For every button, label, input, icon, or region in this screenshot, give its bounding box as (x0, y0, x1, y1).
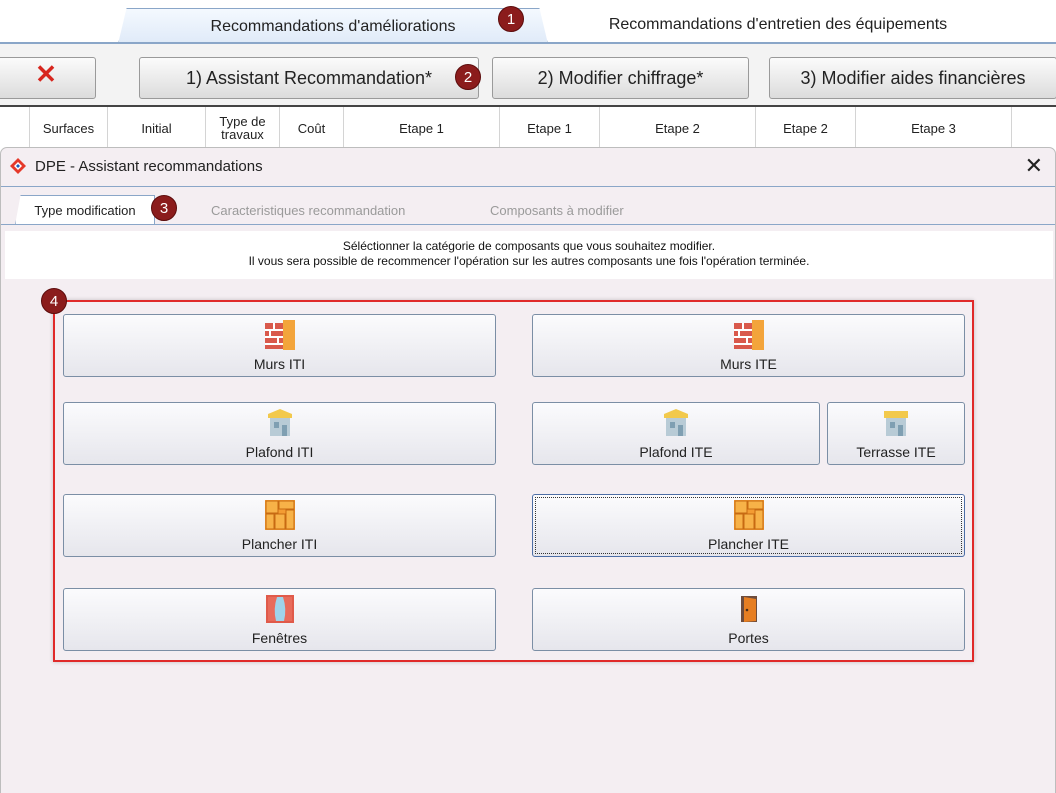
badge-4: 4 (41, 288, 67, 314)
badge-3: 3 (151, 195, 177, 221)
portes-label: Portes (728, 630, 769, 646)
plancher-ite-button[interactable]: Plancher ITE (532, 494, 965, 557)
grid-col-etape1-a[interactable]: Etape 1 (344, 107, 500, 149)
plancher-ite-label: Plancher ITE (708, 536, 789, 552)
tab-recommandations-ameliorations[interactable]: Recommandations d'améliorations (118, 8, 548, 44)
plancher-iti-button[interactable]: Plancher ITI (63, 494, 496, 557)
grid-col-etape2-a[interactable]: Etape 2 (600, 107, 756, 149)
grid-col-initial[interactable]: Initial (108, 107, 206, 149)
assistant-recommandation-button[interactable]: 1) Assistant Recommandation* (139, 57, 479, 99)
app-logo-icon (10, 158, 26, 174)
plafond-ite-button[interactable]: Plafond ITE (532, 402, 820, 465)
top-tab-bar: Recommandations d'améliorations Recomman… (0, 0, 1056, 44)
terrasse-ite-label: Terrasse ITE (856, 444, 936, 460)
grid-col-type-travaux[interactable]: Type de travaux (206, 107, 280, 149)
plafond-iti-button[interactable]: Plafond ITI (63, 402, 496, 465)
dialog-title-bar: DPE - Assistant recommandations ✕ (1, 148, 1055, 184)
murs-iti-button[interactable]: Murs ITI (63, 314, 496, 377)
terrasse-ite-button[interactable]: Terrasse ITE (827, 402, 965, 465)
floor-tiles-icon (264, 499, 296, 531)
modifier-aides-button[interactable]: 3) Modifier aides financières (769, 57, 1056, 99)
grid-col-etape2-b[interactable]: Etape 2 (756, 107, 856, 149)
modifier-chiffrage-button[interactable]: 2) Modifier chiffrage* (492, 57, 749, 99)
red-x-icon: ✕ (35, 59, 57, 89)
instruction-text: Séléctionner la catégorie de composants … (5, 231, 1053, 279)
brick-wall-icon (733, 319, 765, 351)
badge-1: 1 (498, 6, 524, 32)
plafond-iti-label: Plafond ITI (245, 444, 314, 460)
floor-tiles-icon (733, 499, 765, 531)
tab-type-modification[interactable]: Type modification (15, 195, 155, 225)
fenetres-label: Fenêtres (251, 630, 308, 646)
door-icon (733, 593, 765, 625)
toolbar: ✕ 1) Assistant Recommandation* 2) Modifi… (0, 44, 1056, 106)
tab-composants[interactable]: Composants à modifier (490, 203, 624, 218)
house-ceiling-icon (264, 407, 296, 439)
house-terrace-icon (880, 407, 912, 439)
instruction-line-1: Séléctionner la catégorie de composants … (342, 239, 716, 253)
house-ceiling-icon (660, 407, 692, 439)
close-icon[interactable]: ✕ (1025, 155, 1043, 177)
plafond-ite-label: Plafond ITE (639, 444, 713, 460)
murs-iti-label: Murs ITI (253, 356, 306, 372)
grid-col-etape1-b[interactable]: Etape 1 (500, 107, 600, 149)
grid-col-etape3[interactable]: Etape 3 (856, 107, 1012, 149)
tab-recommandations-entretien[interactable]: Recommandations d'entretien des équipeme… (548, 8, 1008, 42)
instruction-line-2: Il vous sera possible de recommencer l'o… (248, 254, 810, 268)
plancher-iti-label: Plancher ITI (241, 536, 318, 552)
tab-caracteristiques[interactable]: Caracteristiques recommandation (211, 203, 405, 218)
dialog-title: DPE - Assistant recommandations (35, 158, 263, 175)
badge-2: 2 (455, 64, 481, 90)
grid-col-surfaces[interactable]: Surfaces (30, 107, 108, 149)
portes-button[interactable]: Portes (532, 588, 965, 651)
murs-ite-button[interactable]: Murs ITE (532, 314, 965, 377)
window-curtain-icon (264, 593, 296, 625)
grid-col-blank (0, 107, 30, 149)
fenetres-button[interactable]: Fenêtres (63, 588, 496, 651)
grid-col-cout[interactable]: Coût (280, 107, 344, 149)
delete-button[interactable]: ✕ (0, 57, 96, 99)
murs-ite-label: Murs ITE (720, 356, 777, 372)
grid-header: Surfaces Initial Type de travaux Coût Et… (0, 105, 1056, 149)
brick-wall-icon (264, 319, 296, 351)
